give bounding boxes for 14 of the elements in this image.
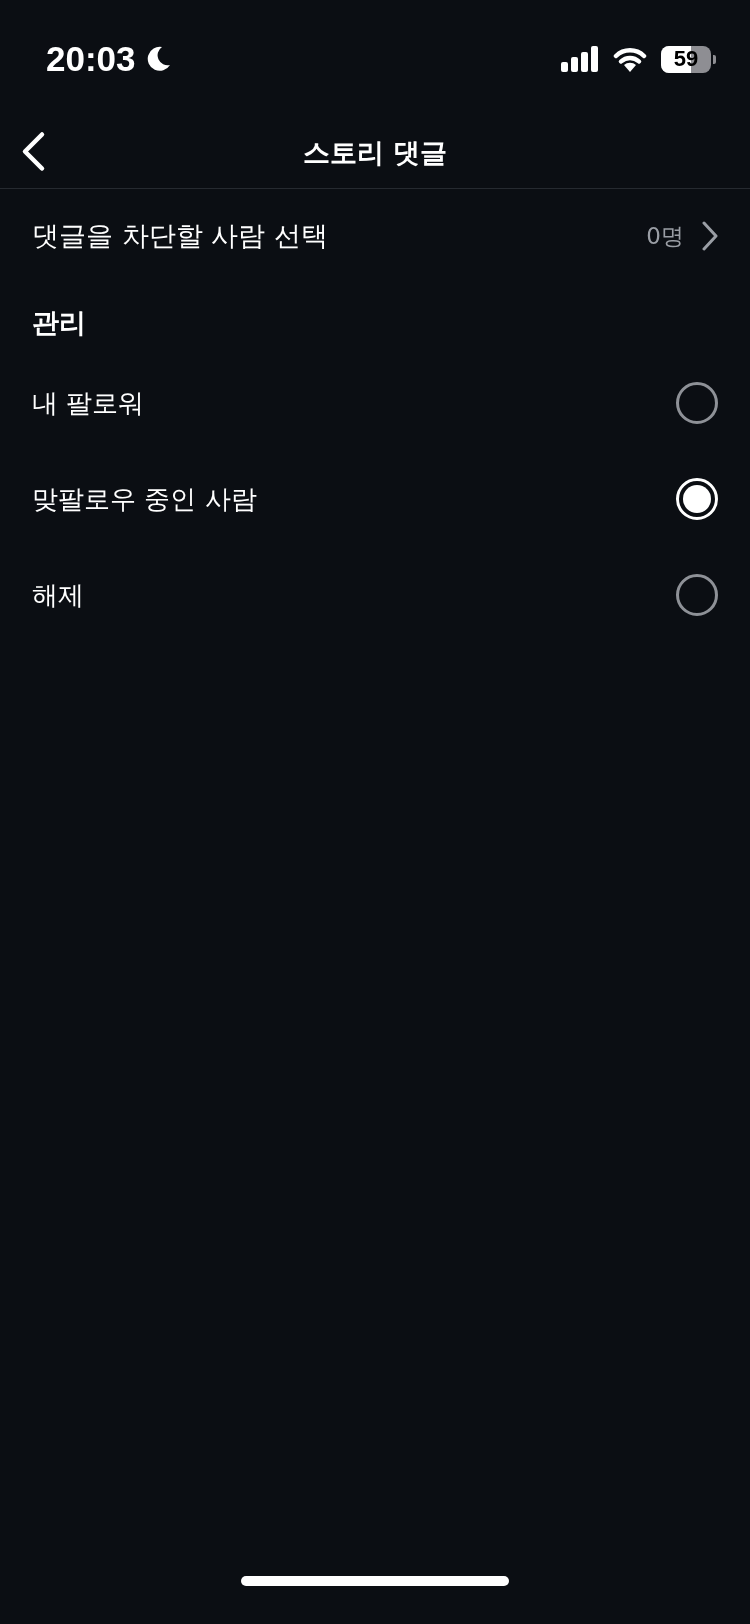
page-title: 스토리 댓글 <box>302 136 448 170</box>
chevron-right-icon <box>702 221 718 251</box>
blocked-count: 0명 <box>646 221 684 251</box>
block-list-row[interactable]: 댓글을 차단할 사람 선택 0명 <box>0 189 750 283</box>
signal-icon <box>561 46 599 72</box>
radio-button[interactable] <box>676 382 718 424</box>
status-time: 20:03 <box>46 39 136 79</box>
option-row[interactable]: 해제 <box>0 547 750 643</box>
section-title: 관리 <box>31 306 87 340</box>
radio-button[interactable] <box>676 574 718 616</box>
row-label: 댓글을 차단할 사람 선택 <box>32 219 328 253</box>
wifi-icon <box>613 46 647 72</box>
option-row[interactable]: 맞팔로우 중인 사람 <box>0 451 750 547</box>
option-row[interactable]: 내 팔로워 <box>0 355 750 451</box>
